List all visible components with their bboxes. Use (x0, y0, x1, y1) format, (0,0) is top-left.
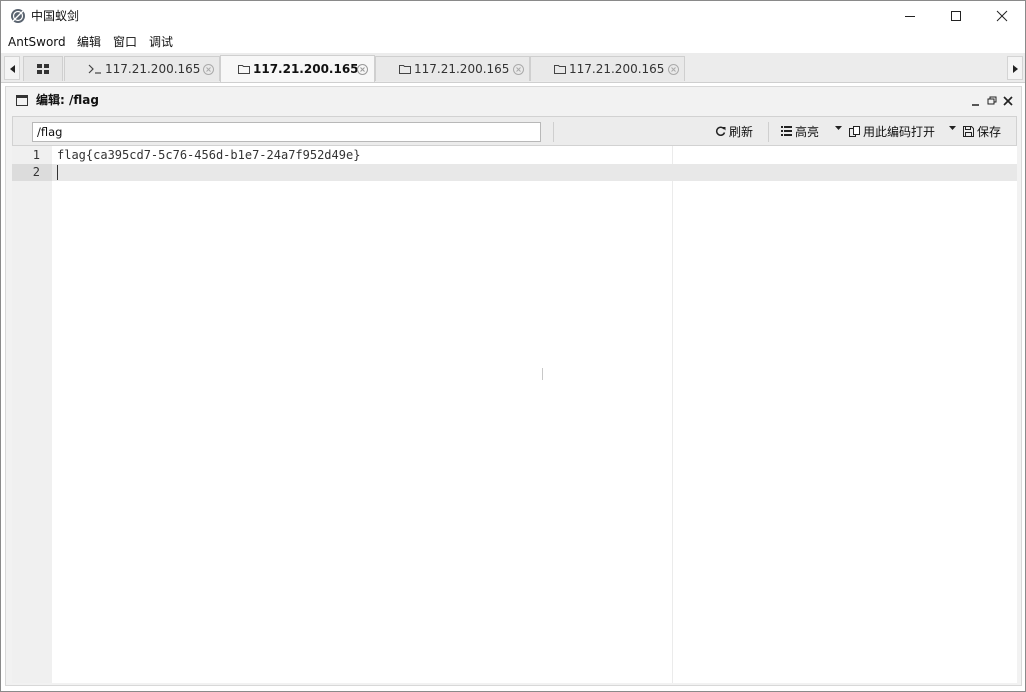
toolbar-separator (553, 122, 554, 142)
panel-close-icon[interactable] (1002, 95, 1014, 107)
save-label: 保存 (977, 125, 1002, 139)
menu-bar: AntSword 编辑 窗口 调试 (1, 31, 1025, 53)
panel-minimize-icon[interactable] (970, 95, 982, 107)
app-window: 中国蚁剑 AntSword 编辑 窗口 调试 117.21.200.165 11… (0, 0, 1026, 692)
highlight-label: 高亮 (795, 125, 820, 139)
panel-header: 编辑: /flag (6, 87, 1021, 115)
antsword-logo-icon (10, 8, 26, 24)
path-input[interactable] (32, 122, 541, 142)
caret-down-icon (835, 126, 842, 130)
folder-icon (399, 65, 411, 74)
editor-panel: 编辑: /flag 刷新 (5, 86, 1022, 686)
folder-icon (238, 65, 250, 74)
tab-label: 117.21.200.165 (105, 62, 201, 76)
folder-icon (554, 65, 566, 74)
tab-label: 117.21.200.165 (569, 62, 665, 76)
tab-label: 117.21.200.165 (253, 62, 359, 76)
terminal-icon (88, 64, 101, 74)
maximize-button[interactable] (933, 1, 979, 31)
line-number: 1 (32, 148, 40, 162)
menu-window[interactable]: 窗口 (113, 34, 137, 50)
encoding-icon (849, 126, 860, 137)
menu-debug[interactable]: 调试 (149, 34, 173, 50)
panel-restore-icon[interactable] (986, 95, 998, 107)
print-margin (672, 146, 673, 683)
tab-close-icon[interactable] (668, 64, 679, 75)
refresh-button[interactable]: 刷新 (715, 123, 759, 141)
code-editor[interactable]: 1 flag{ca395cd7-5c76-456d-b1e7-24a7f952d… (12, 146, 1017, 683)
mouse-ibeam-cursor (542, 368, 543, 380)
open-with-encoding-dropdown-button[interactable]: 用此编码打开 (849, 123, 956, 141)
open-with-encoding-label: 用此编码打开 (863, 125, 936, 139)
chevron-left-icon (10, 65, 15, 73)
save-button[interactable]: 保存 (963, 123, 1007, 141)
line-text[interactable]: flag{ca395cd7-5c76-456d-b1e7-24a7f952d49… (57, 147, 360, 164)
tab-terminal[interactable]: 117.21.200.165 (64, 56, 220, 81)
caret-down-icon (949, 126, 956, 130)
line-number: 2 (32, 165, 40, 179)
menu-antsword[interactable]: AntSword (8, 34, 66, 50)
tab-filemanager[interactable]: 117.21.200.165 (375, 56, 530, 81)
close-button[interactable] (979, 1, 1025, 31)
tab-close-icon[interactable] (357, 64, 368, 75)
tab-scroll-left-button[interactable] (4, 56, 20, 80)
title-bar: 中国蚁剑 (1, 1, 1025, 31)
code-line-active[interactable]: 2 (12, 164, 1017, 181)
tab-close-icon[interactable] (203, 64, 214, 75)
list-icon (781, 126, 792, 136)
grid-icon (37, 64, 49, 74)
tab-close-icon[interactable] (513, 64, 524, 75)
maximize-icon (951, 11, 961, 21)
editor-toolbar: 刷新 高亮 用此编码打开 (12, 116, 1017, 146)
panel-title: 编辑: /flag (36, 93, 99, 107)
menu-edit[interactable]: 编辑 (77, 34, 101, 50)
refresh-icon (715, 126, 726, 136)
line-number-gutter (12, 146, 52, 683)
tab-filemanager[interactable]: 117.21.200.165 (530, 56, 685, 81)
tab-filemanager-active[interactable]: 117.21.200.165 (220, 55, 375, 82)
code-line[interactable]: 1 flag{ca395cd7-5c76-456d-b1e7-24a7f952d… (12, 147, 1017, 164)
close-icon (996, 10, 1008, 22)
highlight-dropdown-button[interactable]: 高亮 (781, 123, 842, 141)
chevron-right-icon (1013, 65, 1018, 73)
text-cursor (57, 165, 58, 180)
minimize-icon (905, 16, 915, 17)
tab-label: 117.21.200.165 (414, 62, 510, 76)
minimize-button[interactable] (887, 1, 933, 31)
window-icon (16, 95, 28, 106)
toolbar-separator (768, 122, 769, 142)
tab-bar: 117.21.200.165 117.21.200.165 117.21.200… (1, 53, 1025, 83)
window-title: 中国蚁剑 (31, 9, 80, 23)
save-icon (963, 126, 974, 137)
refresh-label: 刷新 (729, 125, 754, 139)
tab-home[interactable] (23, 56, 63, 81)
tab-scroll-right-button[interactable] (1007, 56, 1023, 80)
